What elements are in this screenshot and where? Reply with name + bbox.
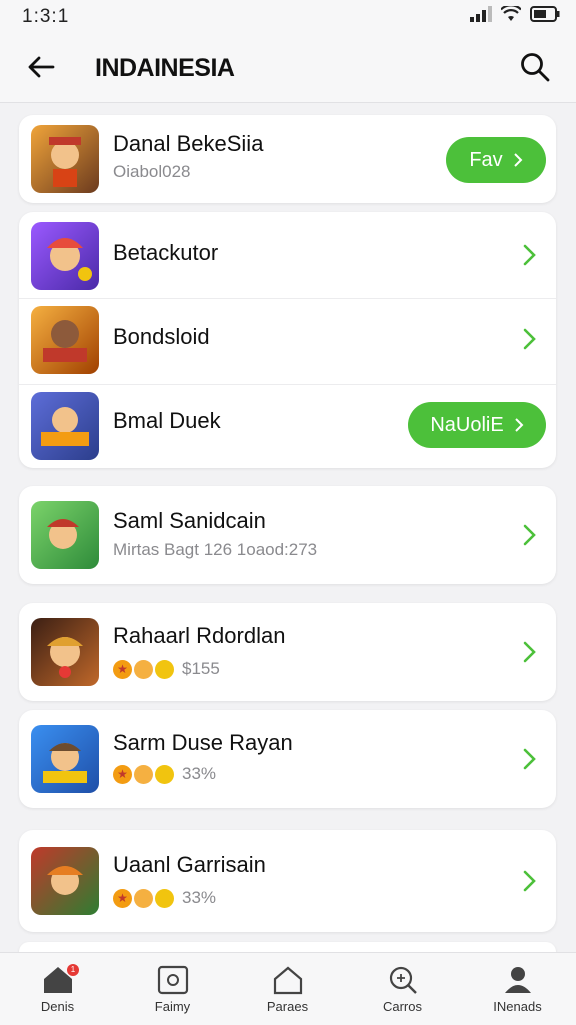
tab-family[interactable]: Faimy xyxy=(115,953,230,1025)
notification-badge: 1 xyxy=(67,964,79,976)
list-item[interactable]: Bondsloid xyxy=(19,298,556,384)
coin-icon xyxy=(134,764,153,784)
action-button[interactable]: NaUoliE xyxy=(408,402,546,448)
app-thumbnail xyxy=(31,125,99,193)
chevron-right-icon xyxy=(514,418,524,432)
app-thumbnail xyxy=(31,222,99,290)
star-icon: ★ xyxy=(113,764,132,784)
star-icon: ★ xyxy=(113,888,132,908)
search-icon[interactable] xyxy=(518,50,552,84)
app-group-card: Betackutor Bondsloid Bmal Duek NaUoliE xyxy=(19,212,556,468)
star-icon: ★ xyxy=(113,659,132,679)
app-name: Uaanl Garrisain xyxy=(113,852,266,877)
fav-button-label: Fav xyxy=(469,148,503,171)
chevron-right-icon xyxy=(523,524,536,546)
battery-icon xyxy=(530,6,560,22)
app-card: Rahaarl Rdordlan ★ $155 xyxy=(19,603,556,701)
list-item[interactable]: Rahaarl Rdordlan ★ $155 xyxy=(19,603,556,701)
tab-places[interactable]: Paraes xyxy=(230,953,345,1025)
coin-icon xyxy=(155,764,174,784)
tab-search[interactable]: Carros xyxy=(345,953,460,1025)
percent-label: 33% xyxy=(182,888,217,907)
tab-profile[interactable]: INenads xyxy=(460,953,575,1025)
fav-button[interactable]: Fav xyxy=(446,137,546,183)
app-thumbnail xyxy=(31,306,99,374)
back-arrow-icon[interactable] xyxy=(24,50,58,84)
chevron-right-icon xyxy=(523,748,536,770)
app-name: Sarm Duse Rayan xyxy=(113,730,293,755)
app-thumbnail xyxy=(31,392,99,460)
app-card: Sarm Duse Rayan ★ 33% xyxy=(19,710,556,808)
app-card: Danal BekeSiia Oiabol028 Fav xyxy=(19,115,556,203)
status-icons xyxy=(470,6,560,22)
list-item[interactable]: Sarm Duse Rayan ★ 33% xyxy=(19,710,556,808)
app-name: Saml Sanidcain xyxy=(113,508,266,533)
app-thumbnail xyxy=(31,501,99,569)
frame-icon xyxy=(157,965,189,995)
chevron-right-icon xyxy=(523,328,536,350)
price-label: $155 xyxy=(182,659,220,678)
list-item[interactable]: Saml Sanidcain Mirtas Bagt 126 1oaod:273 xyxy=(19,486,556,584)
person-icon xyxy=(505,967,531,993)
list-item[interactable]: Uaanl Garrisain ★ 33% xyxy=(19,830,556,932)
percent-label: 33% xyxy=(182,764,217,783)
coin-icon xyxy=(155,888,174,908)
app-name: Rahaarl Rdordlan xyxy=(113,623,286,648)
tab-label: Denis xyxy=(40,999,75,1014)
coin-icon xyxy=(155,659,174,679)
status-bar: 1:3:1 xyxy=(0,0,576,34)
app-subtitle: Oiabol028 xyxy=(113,162,191,181)
tab-home[interactable]: 1 Denis xyxy=(0,953,115,1025)
app-subtitle: Mirtas Bagt 126 1oaod:273 xyxy=(113,540,318,559)
app-card: Uaanl Garrisain ★ 33% xyxy=(19,830,556,932)
chevron-right-icon xyxy=(523,641,536,663)
rating: ★ 33% xyxy=(113,888,216,908)
list-item[interactable]: Danal BekeSiia Oiabol028 Fav xyxy=(19,115,556,203)
tab-label: Carros xyxy=(382,999,422,1014)
status-time: 1:3:1 xyxy=(22,6,70,27)
app-bar: INDAINESIA xyxy=(0,34,576,103)
app-thumbnail xyxy=(31,725,99,793)
coin-icon xyxy=(134,659,153,679)
coin-icon xyxy=(134,888,153,908)
tab-label: Faimy xyxy=(154,999,191,1014)
app-name: Bondsloid xyxy=(113,324,210,349)
tab-label: INenads xyxy=(493,999,542,1014)
list-item[interactable]: Bmal Duek NaUoliE xyxy=(19,384,556,468)
rating: ★ 33% xyxy=(113,764,216,784)
chevron-right-icon xyxy=(523,870,536,892)
list-item[interactable]: Betackutor xyxy=(19,212,556,298)
home-outline-icon xyxy=(273,966,303,995)
page-title: INDAINESIA xyxy=(95,54,235,82)
rating: ★ $155 xyxy=(113,659,220,679)
chevron-right-icon xyxy=(513,153,523,167)
tab-label: Paraes xyxy=(266,999,309,1014)
app-name: Betackutor xyxy=(113,240,219,265)
chevron-right-icon xyxy=(523,244,536,266)
app-name: Bmal Duek xyxy=(113,408,221,433)
app-thumbnail xyxy=(31,618,99,686)
bottom-nav: 1 Denis Faimy Paraes Carros INenads xyxy=(0,952,576,1025)
signal-icon xyxy=(470,6,492,22)
action-button-label: NaUoliE xyxy=(430,413,504,436)
app-name: Danal BekeSiia xyxy=(113,131,264,156)
search-icon xyxy=(389,966,417,994)
wifi-icon xyxy=(501,6,521,21)
app-card: Saml Sanidcain Mirtas Bagt 126 1oaod:273 xyxy=(19,486,556,584)
app-thumbnail xyxy=(31,847,99,915)
